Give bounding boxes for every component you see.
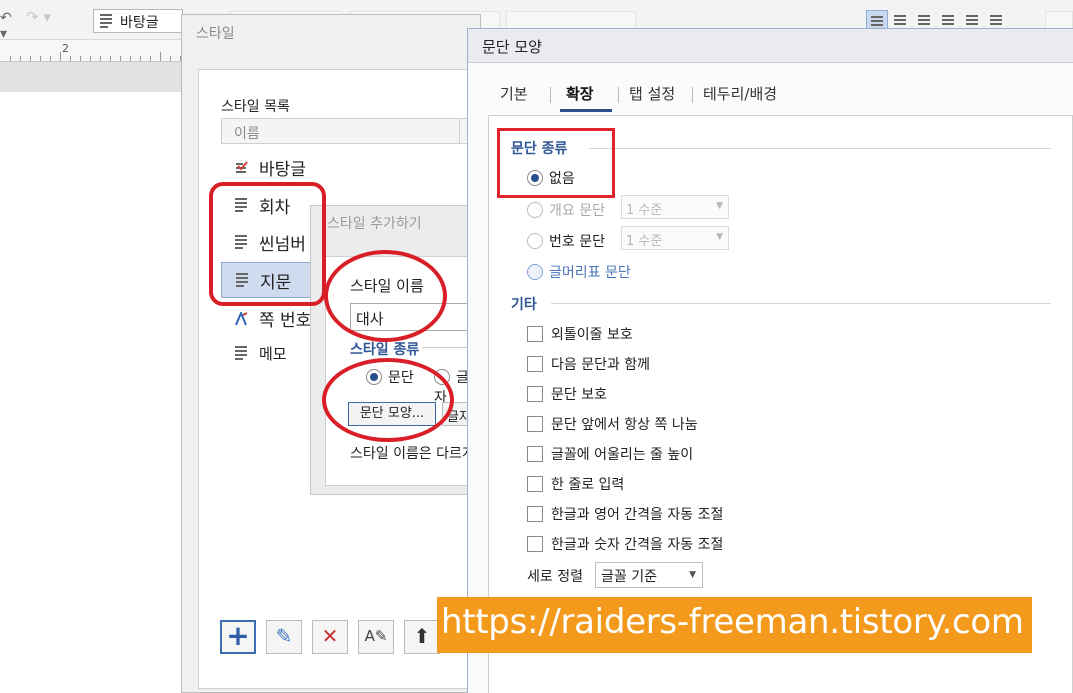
- tab-extended[interactable]: 확장: [566, 83, 594, 104]
- paragraph-style-icon: [100, 14, 112, 28]
- combo-value: 1 수준: [626, 203, 663, 218]
- blog-url-watermark: https://raiders-freeman.tistory.com: [437, 597, 1032, 653]
- edit-style-button[interactable]: ✎: [266, 620, 302, 654]
- list-item-label: 바탕글: [259, 160, 306, 180]
- checkbox-kor-eng-spacing[interactable]: 한글과 영어 간격을 자동 조절: [527, 504, 723, 524]
- style-edit-icon[interactable]: A✎: [358, 620, 394, 654]
- redo-icon[interactable]: ↷ ▾: [26, 8, 66, 30]
- checkbox-kor-num-spacing[interactable]: 한글과 숫자 간격을 자동 조절: [527, 534, 723, 554]
- checkbox-label: 다음 문단과 함께: [551, 357, 651, 373]
- column-separator: [459, 118, 460, 144]
- list-item-base[interactable]: 바탕글: [221, 150, 321, 184]
- style-dialog-title: 스타일: [196, 26, 235, 42]
- list-item-page-number[interactable]: 쪽 번호: [221, 301, 321, 335]
- char-style-icon: [235, 310, 249, 331]
- number-level-combo[interactable]: 1 수준 ▼: [621, 226, 729, 250]
- checkbox-icon: [527, 536, 543, 552]
- radio-label: 글머리표 문단: [549, 265, 631, 281]
- default-style-icon: [235, 160, 249, 180]
- para-kind-number-radio[interactable]: 번호 문단: [527, 231, 605, 251]
- move-up-button[interactable]: ⬆: [404, 620, 440, 654]
- checkbox-icon: [527, 476, 543, 492]
- checkbox-keep-with-next[interactable]: 다음 문단과 함께: [527, 354, 650, 374]
- checkbox-icon: [527, 416, 543, 432]
- chevron-down-icon: ▼: [716, 232, 723, 242]
- outline-level-combo[interactable]: 1 수준 ▼: [621, 195, 729, 219]
- checkbox-keep-lines[interactable]: 문단 보호: [527, 384, 607, 404]
- checkbox-page-break-before[interactable]: 문단 앞에서 항상 쪽 나눔: [527, 414, 698, 434]
- para-kind-outline-radio[interactable]: 개요 문단: [527, 200, 605, 220]
- annotation-para-kind-box: [497, 128, 615, 198]
- tab-separator: [618, 87, 619, 103]
- divider: [589, 148, 1051, 149]
- checkbox-icon: [527, 386, 543, 402]
- radio-icon: [527, 233, 543, 249]
- checkbox-label: 글꼴에 어울리는 줄 높이: [551, 447, 694, 463]
- checkbox-label: 한글과 숫자 간격을 자동 조절: [551, 537, 724, 553]
- document-page[interactable]: [0, 92, 190, 693]
- annotation-para-shape-circle: [322, 358, 454, 442]
- style-list-label: 스타일 목록: [221, 99, 290, 115]
- tab-basic[interactable]: 기본: [500, 83, 528, 104]
- active-tab-indicator: [560, 109, 612, 112]
- paragraph-style-icon: [235, 346, 247, 360]
- chevron-down-icon: ▼: [716, 201, 723, 211]
- checkbox-single-line[interactable]: 한 줄로 입력: [527, 474, 624, 494]
- annotation-style-items-box: [209, 182, 326, 306]
- checkbox-icon: [527, 326, 543, 342]
- combo-value: 글꼴 기준: [601, 569, 657, 585]
- list-item-label: 메모: [259, 345, 287, 363]
- checkbox-widow-control[interactable]: 외톨이줄 보호: [527, 324, 633, 344]
- para-dialog-title: 문단 모양: [468, 29, 1073, 63]
- chevron-down-icon: ▼: [689, 570, 696, 580]
- add-style-title: 스타일 추가하기: [327, 216, 422, 232]
- checkbox-label: 한 줄로 입력: [551, 477, 625, 493]
- para-kind-bullet-radio[interactable]: 글머리표 문단: [527, 262, 631, 282]
- checkbox-label: 문단 앞에서 항상 쪽 나눔: [551, 417, 698, 433]
- add-style-dialog: 스타일 추가하기 스타일 이름 대사 스타일 종류 문단 글자 문단 모양...…: [310, 205, 544, 495]
- delete-style-button[interactable]: ✕: [312, 620, 348, 654]
- horizontal-ruler: 2: [0, 40, 190, 62]
- add-style-button[interactable]: +: [220, 620, 256, 654]
- checkbox-font-line-height[interactable]: 글꼴에 어울리는 줄 높이: [527, 444, 693, 464]
- annotation-style-name-circle: [324, 250, 447, 342]
- tab-separator: [550, 87, 551, 103]
- document-margin: [0, 62, 190, 92]
- undo-icon[interactable]: ↶ ▾: [0, 10, 22, 42]
- other-title: 기타: [511, 297, 537, 313]
- checkbox-icon: [527, 506, 543, 522]
- style-combo[interactable]: 바탕글: [93, 9, 183, 33]
- divider: [551, 303, 1051, 304]
- column-header-name[interactable]: 이름: [221, 118, 481, 144]
- radio-label: 번호 문단: [549, 234, 605, 250]
- checkbox-icon: [527, 356, 543, 372]
- ruler-mark: 2: [62, 42, 69, 55]
- list-item-memo[interactable]: 메모: [221, 336, 321, 370]
- radio-icon: [527, 202, 543, 218]
- checkbox-label: 외톨이줄 보호: [551, 327, 633, 343]
- radio-icon: [527, 264, 543, 280]
- tab-separator: [692, 87, 693, 103]
- tab-tab-settings[interactable]: 탭 설정: [629, 83, 675, 104]
- checkbox-label: 문단 보호: [551, 387, 607, 403]
- checkbox-icon: [527, 446, 543, 462]
- valign-label: 세로 정렬: [527, 569, 583, 585]
- tab-border-background[interactable]: 테두리/배경: [703, 83, 777, 104]
- list-item-label: 쪽 번호: [259, 311, 312, 331]
- style-combo-value: 바탕글: [120, 15, 159, 31]
- checkbox-label: 한글과 영어 간격을 자동 조절: [551, 507, 724, 523]
- style-kind-label: 스타일 종류: [350, 342, 420, 358]
- valign-combo[interactable]: 글꼴 기준 ▼: [595, 562, 703, 588]
- combo-value: 1 수준: [626, 234, 663, 249]
- radio-label: 개요 문단: [549, 203, 605, 219]
